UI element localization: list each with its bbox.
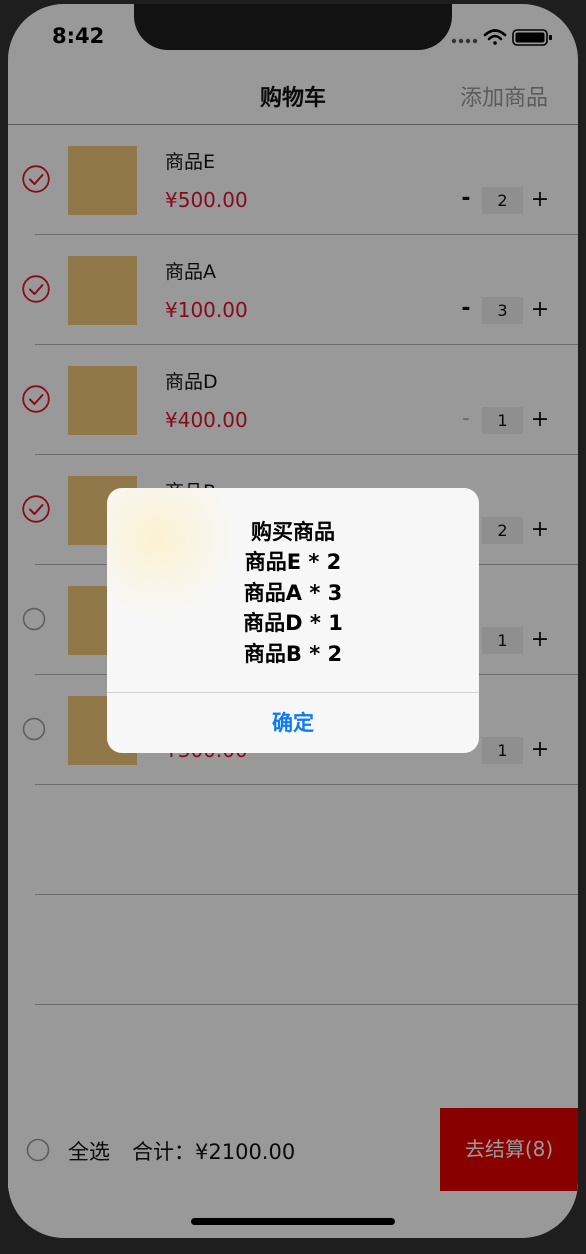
device-frame: 8:42 购物车 添加商品 商品E ¥500.00 - 2 + 商品A ¥100…	[0, 0, 586, 1254]
confirm-button[interactable]: 确定	[107, 693, 479, 753]
purchase-alert-dialog: 购买商品 商品E * 2 商品A * 3 商品D * 1 商品B * 2 确定	[107, 488, 479, 753]
app-screen: 8:42 购物车 添加商品 商品E ¥500.00 - 2 + 商品A ¥100…	[8, 4, 578, 1238]
dialog-title: 购买商品	[251, 520, 335, 544]
dialog-line: 商品B * 2	[243, 641, 343, 666]
dialog-line: 商品D * 1	[243, 611, 343, 635]
dialog-message: 商品E * 2 商品A * 3 商品D * 1 商品B * 2	[107, 547, 479, 669]
home-indicator[interactable]	[191, 1218, 395, 1225]
dialog-line: 商品E * 2	[244, 550, 342, 574]
dialog-line: 商品A * 3	[243, 580, 343, 605]
